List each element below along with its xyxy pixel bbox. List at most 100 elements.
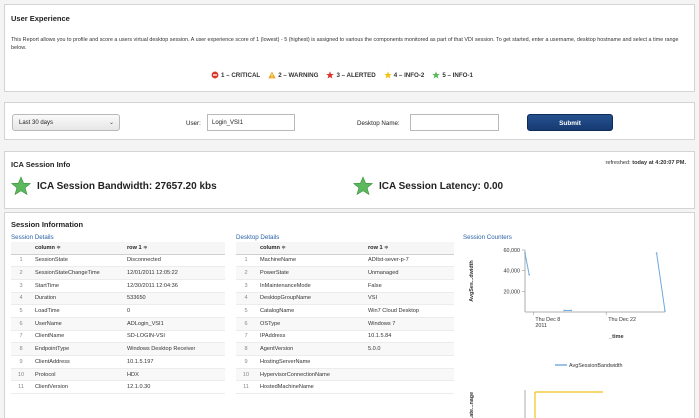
green-star-icon xyxy=(11,176,31,196)
table-row: 11 ClientVersion 12.1.0.30 xyxy=(11,380,225,395)
field-name: UserName xyxy=(31,317,123,331)
sort-icon: ≑ xyxy=(56,244,61,251)
sort-icon: ≑ xyxy=(281,244,286,251)
legend-critical: 1 – CRITICAL xyxy=(211,71,260,79)
field-value xyxy=(364,368,454,382)
row-index: 5 xyxy=(236,304,256,318)
field-value: 5.0.0 xyxy=(364,342,454,356)
session-details-table: column ≑ row 1 ≑ 1 SessionState Disconnect… xyxy=(11,242,225,395)
field-name: HostedMachineName xyxy=(256,380,364,395)
field-name: DesktopGroupName xyxy=(256,292,364,306)
table-row: 3 InMaintenanceMode False xyxy=(236,279,454,293)
data-point xyxy=(664,310,666,312)
row-index: 10 xyxy=(11,368,31,382)
time-range-select[interactable]: Last 30 days ⌄ xyxy=(12,114,120,131)
row-index: 7 xyxy=(236,330,256,344)
field-name: Protocol xyxy=(31,368,123,382)
field-name: Duration xyxy=(31,292,123,306)
field-name: SessionStateChangeTime xyxy=(31,266,123,280)
field-value: ADLogin_VSI1 xyxy=(123,317,225,331)
desktop-details-title[interactable]: Desktop Details xyxy=(236,234,279,241)
session-counters-svg: 60,00040,00020,000Thu Dec 82011Thu Dec 2… xyxy=(469,248,666,418)
row-index: 2 xyxy=(236,266,256,280)
alerted-star-icon xyxy=(326,71,335,79)
column-header[interactable]: column ≑ xyxy=(256,242,364,255)
legend-alerted: 3 – ALERTED xyxy=(326,71,376,79)
row1-header[interactable]: row 1 ≑ xyxy=(364,242,454,255)
field-value: 12.1.0.30 xyxy=(123,380,225,395)
row-index: 9 xyxy=(236,355,256,369)
sort-icon: ≑ xyxy=(143,244,148,251)
field-value: 12/30/2011 12:04:36 xyxy=(123,279,225,293)
column-header[interactable]: column ≑ xyxy=(31,242,123,255)
field-value: Win7 Cloud Desktop xyxy=(364,304,454,318)
info2-star-icon xyxy=(383,71,392,79)
field-name: LoadTime xyxy=(31,304,123,318)
row-index: 1 xyxy=(11,254,31,268)
row-index: 7 xyxy=(11,330,31,344)
legend-label: AvgSessionBandwidth xyxy=(569,363,623,369)
sort-icon: ≑ xyxy=(384,244,389,251)
ica-latency-metric: ICA Session Latency: 0.00 xyxy=(353,176,503,196)
row-index: 8 xyxy=(236,342,256,356)
page-title: User Experience xyxy=(11,14,70,23)
table-row: 8 AgentVersion 5.0.0 xyxy=(236,342,454,356)
field-value: Unmanaged xyxy=(364,266,454,280)
table-row: 1 MachineName ADItst-sever-p-7 xyxy=(236,254,454,268)
session-counters-charts: 60,000 40,000 20,000 Thu Dec 8 2011 Thu Dec 2… xyxy=(463,240,693,418)
row-index: 6 xyxy=(236,317,256,331)
table-row: 1 SessionState Disconnected xyxy=(11,254,225,268)
info1-star-icon xyxy=(432,71,441,79)
legend-warning: 2 – WARNING xyxy=(268,71,318,79)
field-value: 533650 xyxy=(123,292,225,306)
score-legend: 1 – CRITICAL 2 – WARNING 3 – ALERTED 4 –… xyxy=(211,71,473,79)
field-name: ClientAddress xyxy=(31,355,123,369)
legend-info-1: 5 – INFO-1 xyxy=(432,71,473,79)
legend-info-2: 4 – INFO-2 xyxy=(383,71,424,79)
field-name: ClientName xyxy=(31,330,123,344)
user-label: User: xyxy=(186,120,201,127)
refreshed-timestamp: refreshed: today at 4:20:07 PM. xyxy=(605,160,686,166)
y-axis-label: AvgSes...dwidth xyxy=(469,260,475,301)
table-row: 10 Protocol HDX xyxy=(11,368,225,382)
row1-header[interactable]: row 1 ≑ xyxy=(123,242,225,255)
chevron-down-icon: ⌄ xyxy=(108,120,114,126)
row-index: 4 xyxy=(236,292,256,306)
user-input[interactable]: Login_VSI1 xyxy=(207,114,295,131)
table-row: 4 DesktopGroupName VSI xyxy=(236,292,454,306)
session-information-panel: Session Information Session Details Desk… xyxy=(4,212,695,418)
field-value: Disconnected xyxy=(123,254,225,268)
row-index: 4 xyxy=(11,292,31,306)
row-index: 9 xyxy=(11,355,31,369)
data-point xyxy=(528,274,530,276)
table-row: 5 LoadTime 0 xyxy=(11,304,225,318)
x-tick-label: Thu Dec 22 xyxy=(608,317,636,323)
field-value xyxy=(364,380,454,395)
desktop-name-input[interactable] xyxy=(410,114,499,131)
field-value: VSI xyxy=(364,292,454,306)
row-index: 11 xyxy=(11,380,31,395)
y-tick-label: 20,000 xyxy=(504,289,521,295)
table-row: 6 UserName ADLogin_VSI1 xyxy=(11,317,225,331)
desktop-details-table: column ≑ row 1 ≑ 1 MachineName ADItst-seve… xyxy=(236,242,454,395)
field-name: SessionState xyxy=(31,254,123,268)
field-name: CatalogName xyxy=(256,304,364,318)
x-tick-label: 2011 xyxy=(535,323,547,329)
data-point xyxy=(570,309,572,312)
x-axis-label: _time xyxy=(608,334,624,340)
report-description: This Report allows you to profile and sc… xyxy=(11,37,679,51)
table-row: 3 StartTime 12/30/2011 12:04:36 xyxy=(11,279,225,293)
row-index: 3 xyxy=(11,279,31,293)
table-row: 2 SessionStateChangeTime 12/01/2011 12:05:… xyxy=(11,266,225,280)
field-value: 0 xyxy=(123,304,225,318)
field-name: StartTime xyxy=(31,279,123,293)
submit-button[interactable]: Submit xyxy=(527,114,613,131)
field-name: HostingServerName xyxy=(256,355,364,369)
green-star-icon xyxy=(353,176,373,196)
session-details-title[interactable]: Session Details xyxy=(11,234,54,241)
data-point xyxy=(524,252,526,254)
user-experience-panel: User Experience This Report allows you t… xyxy=(4,4,695,92)
table-row: 7 ClientName SD-LOGIN-VSI xyxy=(11,330,225,344)
field-value: Windows Desktop Receiver xyxy=(123,342,225,356)
row-index: 11 xyxy=(236,380,256,395)
